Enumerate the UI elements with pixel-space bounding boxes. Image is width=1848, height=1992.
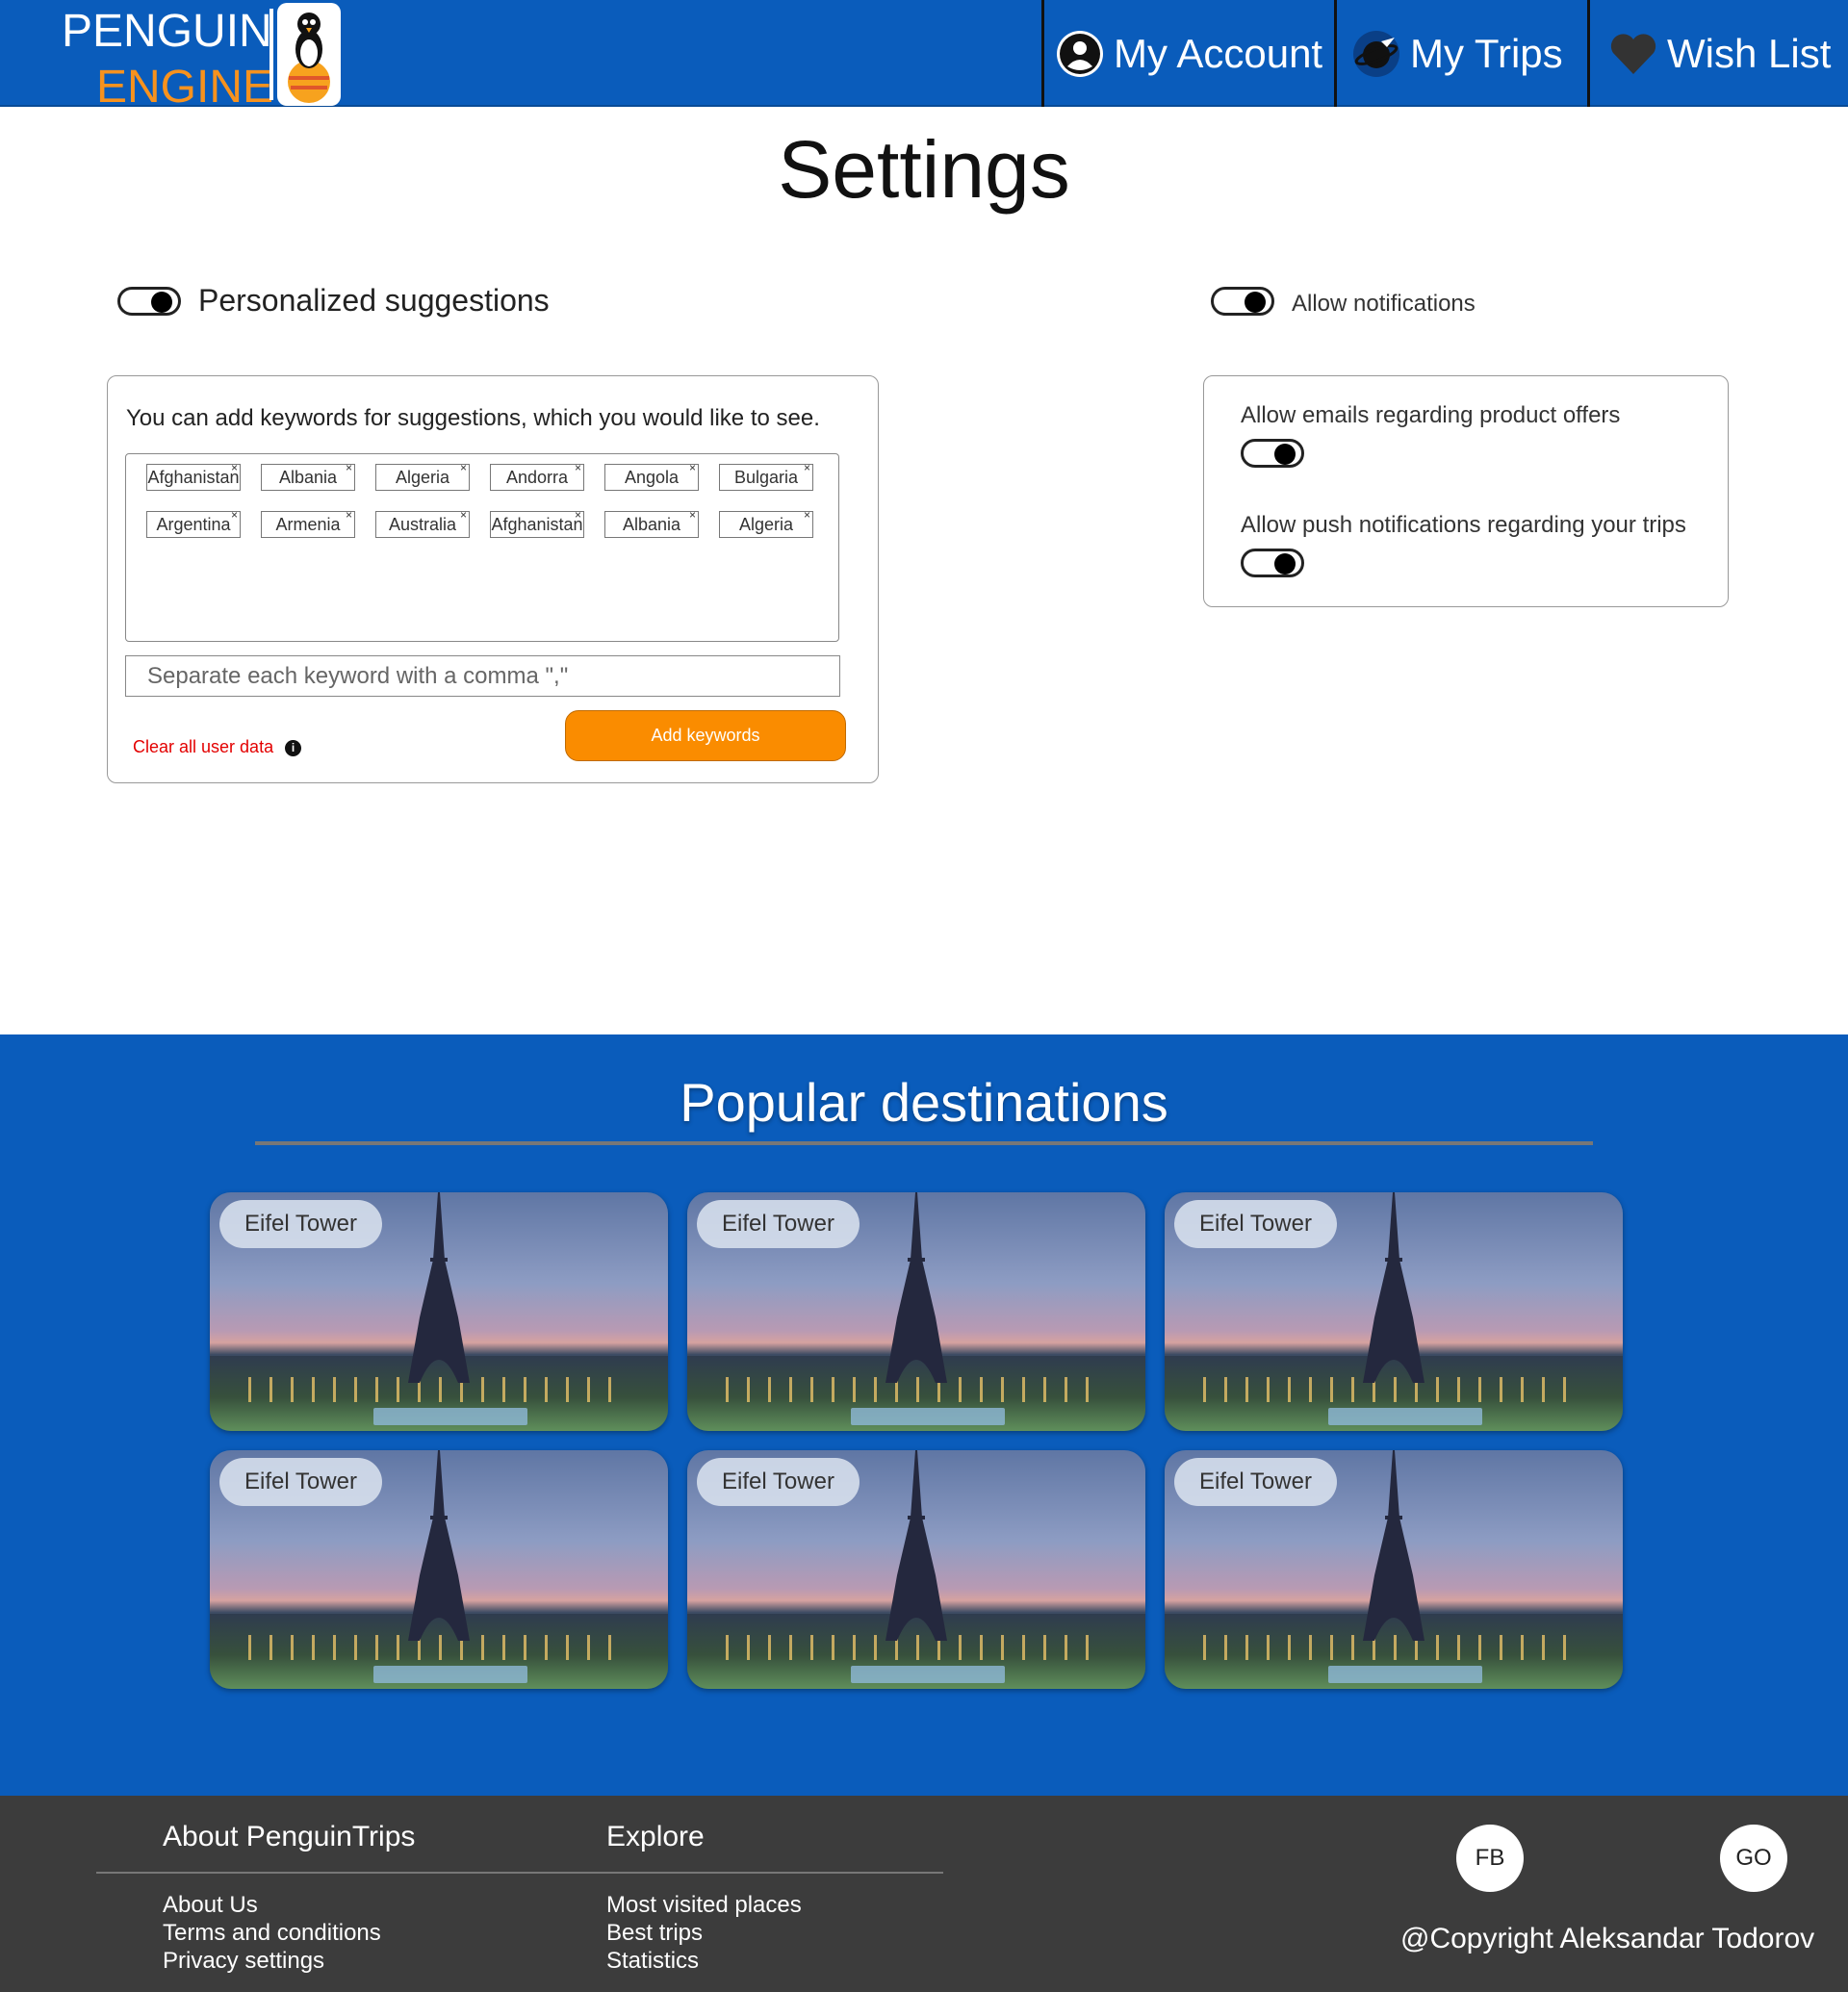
top-navbar: PENGUIN ENGINE My Account My Trips Wish …: [0, 0, 1848, 113]
remove-icon[interactable]: ×: [804, 508, 810, 522]
personalized-suggestions-toggle[interactable]: [117, 287, 181, 316]
nav-my-trips-label: My Trips: [1410, 30, 1563, 76]
keyword-chip-label: Bulgaria: [733, 467, 799, 487]
facebook-button[interactable]: FB: [1456, 1825, 1524, 1892]
eiffel-tower-icon: [1363, 1450, 1424, 1641]
destination-label: Eifel Tower: [219, 1200, 382, 1248]
brand-line-2: ENGINE: [96, 62, 274, 113]
eiffel-tower-icon: [408, 1450, 470, 1641]
destination-label: Eifel Tower: [1174, 1200, 1337, 1248]
eiffel-tower-icon: [886, 1450, 947, 1641]
popular-destinations-section: Popular destinations Eifel Tower Eifel T…: [0, 1034, 1848, 1796]
keyword-chip[interactable]: Australia ×: [375, 508, 470, 538]
push-notifications-toggle[interactable]: [1241, 549, 1304, 577]
footer-link-most-visited[interactable]: Most visited places: [606, 1892, 802, 1919]
footer-link-statistics[interactable]: Statistics: [606, 1948, 699, 1975]
footer-link-terms[interactable]: Terms and conditions: [163, 1920, 381, 1947]
remove-icon[interactable]: ×: [460, 508, 467, 522]
footer-explore-heading: Explore: [606, 1821, 705, 1852]
footer-about-heading: About PenguinTrips: [163, 1821, 416, 1852]
allow-notifications-toggle[interactable]: [1211, 287, 1274, 316]
keyword-chip[interactable]: Armenia ×: [261, 508, 355, 538]
email-offers-toggle[interactable]: [1241, 439, 1304, 468]
destination-card[interactable]: Eifel Tower: [687, 1450, 1145, 1689]
keyword-chip[interactable]: Angola ×: [604, 461, 699, 491]
destination-card[interactable]: Eifel Tower: [1165, 1450, 1623, 1689]
destination-label: Eifel Tower: [697, 1458, 860, 1506]
heart-icon: [1610, 33, 1656, 74]
personalized-suggestions-label: Personalized suggestions: [198, 283, 550, 318]
keyword-chip[interactable]: Algeria ×: [375, 461, 470, 491]
nav-my-account[interactable]: My Account: [1041, 0, 1336, 107]
keyword-chip-label: Afghanistan: [147, 467, 240, 487]
remove-icon[interactable]: ×: [231, 508, 238, 522]
remove-icon[interactable]: ×: [575, 461, 581, 474]
nav-wish-list-label: Wish List: [1667, 30, 1832, 76]
add-keywords-button[interactable]: Add keywords: [565, 710, 846, 761]
destination-label: Eifel Tower: [1174, 1458, 1337, 1506]
keywords-intro: You can add keywords for suggestions, wh…: [126, 405, 820, 431]
keyword-chip-label: Armenia: [275, 514, 341, 534]
popular-destinations-title: Popular destinations: [680, 1072, 1168, 1133]
remove-icon[interactable]: ×: [346, 508, 352, 522]
nav-wish-list[interactable]: Wish List: [1587, 0, 1848, 107]
brand-logo-text[interactable]: PENGUIN ENGINE: [62, 4, 273, 115]
keywords-list: Afghanistan × Albania × Algeria × Andorra × …: [125, 453, 839, 642]
eiffel-tower-icon: [886, 1192, 947, 1383]
copyright-text: @Copyright Aleksandar Todorov: [1400, 1923, 1815, 1954]
destination-label: Eifel Tower: [219, 1458, 382, 1506]
allow-notifications-label: Allow notifications: [1292, 291, 1476, 317]
keyword-chip-label: Afghanistan: [491, 514, 583, 534]
destination-card[interactable]: Eifel Tower: [210, 1450, 668, 1689]
nav-my-account-label: My Account: [1114, 30, 1323, 76]
info-icon[interactable]: i: [285, 740, 301, 756]
keyword-chip[interactable]: Albania ×: [261, 461, 355, 491]
remove-icon[interactable]: ×: [804, 461, 810, 474]
planet-plane-icon: [1353, 30, 1399, 77]
remove-icon[interactable]: ×: [689, 461, 696, 474]
remove-icon[interactable]: ×: [689, 508, 696, 522]
footer-link-best-trips[interactable]: Best trips: [606, 1920, 703, 1947]
brand-line-1: PENGUIN: [62, 6, 272, 57]
keyword-chip[interactable]: Afghanistan ×: [490, 508, 584, 538]
user-circle-icon: [1057, 30, 1103, 77]
keyword-chip-label: Albania: [622, 514, 681, 534]
destination-card[interactable]: Eifel Tower: [687, 1192, 1145, 1431]
remove-icon[interactable]: ×: [460, 461, 467, 474]
keyword-chip-label: Australia: [388, 514, 457, 534]
clear-user-data-link[interactable]: Clear all user data: [133, 737, 273, 757]
keyword-chip-label: Algeria: [395, 467, 450, 487]
destination-card[interactable]: Eifel Tower: [210, 1192, 668, 1431]
keyword-chip-label: Argentina: [156, 514, 231, 534]
keyword-chip[interactable]: Argentina ×: [146, 508, 241, 538]
keyword-chip[interactable]: Andorra ×: [490, 461, 584, 491]
eiffel-tower-icon: [1363, 1192, 1424, 1383]
footer-link-privacy[interactable]: Privacy settings: [163, 1948, 324, 1975]
keyword-chip-label: Andorra: [505, 467, 569, 487]
google-button[interactable]: GO: [1720, 1825, 1787, 1892]
keyword-input[interactable]: [125, 655, 840, 697]
keyword-chip[interactable]: Bulgaria ×: [719, 461, 813, 491]
keyword-chip-label: Angola: [624, 467, 680, 487]
penguin-logo-icon[interactable]: [270, 3, 341, 106]
footer-link-about-us[interactable]: About Us: [163, 1892, 258, 1919]
destination-card[interactable]: Eifel Tower: [1165, 1192, 1623, 1431]
remove-icon[interactable]: ×: [346, 461, 352, 474]
keyword-chip-label: Algeria: [738, 514, 794, 534]
remove-icon[interactable]: ×: [231, 461, 238, 474]
remove-icon[interactable]: ×: [575, 508, 581, 522]
keyword-chip-label: Albania: [278, 467, 338, 487]
keyword-chip[interactable]: Algeria ×: [719, 508, 813, 538]
eiffel-tower-icon: [408, 1192, 470, 1383]
nav-my-trips[interactable]: My Trips: [1334, 0, 1589, 107]
keyword-chip[interactable]: Afghanistan ×: [146, 461, 241, 491]
page-title: Settings: [778, 124, 1070, 215]
footer: About PenguinTrips Explore About Us Term…: [0, 1796, 1848, 1992]
keyword-chip[interactable]: Albania ×: [604, 508, 699, 538]
email-offers-label: Allow emails regarding product offers: [1241, 402, 1621, 428]
push-notifications-label: Allow push notifications regarding your …: [1241, 512, 1686, 538]
section-divider: [255, 1141, 1593, 1145]
footer-divider: [96, 1872, 943, 1874]
destination-label: Eifel Tower: [697, 1200, 860, 1248]
